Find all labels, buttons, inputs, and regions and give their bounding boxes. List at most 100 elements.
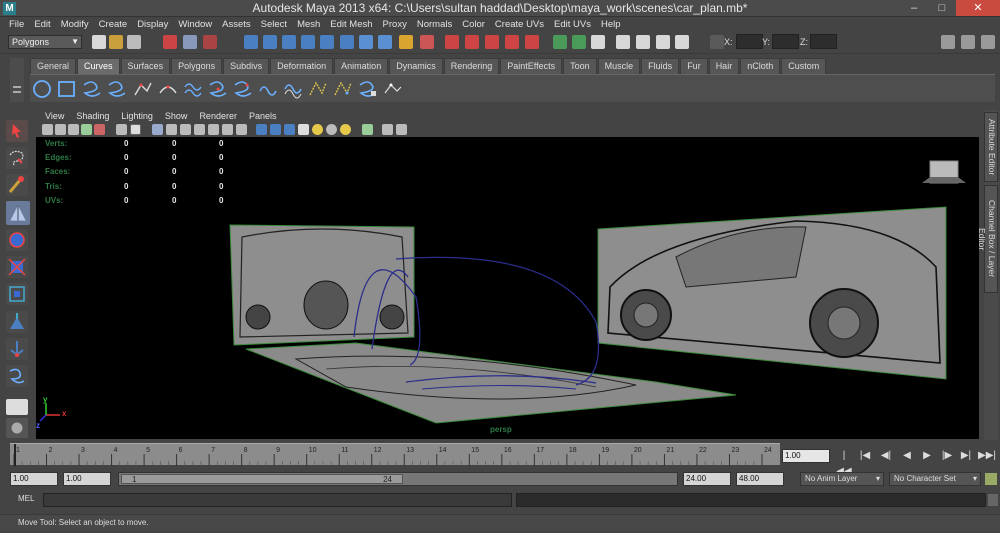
textured-icon[interactable] xyxy=(298,124,309,135)
shelf-tab-deformation[interactable]: Deformation xyxy=(270,58,334,74)
menu-mesh[interactable]: Mesh xyxy=(292,19,325,30)
bezier-curve-icon[interactable] xyxy=(383,79,403,99)
snap-point-icon[interactable] xyxy=(282,35,296,49)
shelf-tab-custom[interactable]: Custom xyxy=(781,58,827,74)
top-image-plane[interactable] xyxy=(245,342,737,424)
select-component-icon[interactable] xyxy=(203,35,217,49)
menu-display[interactable]: Display xyxy=(132,19,173,30)
menu-window[interactable]: Window xyxy=(173,19,217,30)
character-set-dropdown[interactable]: No Character Set ▾ xyxy=(889,472,981,486)
go-to-end-button[interactable]: ▶▶| xyxy=(978,448,996,464)
menu-normals[interactable]: Normals xyxy=(412,19,457,30)
use-all-lights-icon[interactable] xyxy=(312,124,323,135)
toggle-tool-settings-icon[interactable] xyxy=(961,35,975,49)
z-field[interactable] xyxy=(810,34,837,49)
soft-mod-icon[interactable] xyxy=(6,311,28,333)
channel-box-tab[interactable]: Channel Box / Layer Editor xyxy=(977,185,998,293)
wireframe-icon[interactable] xyxy=(236,124,247,135)
menu-edit-mesh[interactable]: Edit Mesh xyxy=(325,19,377,30)
range-slider[interactable]: 1 24 xyxy=(118,472,678,486)
shelf-tab-polygons[interactable]: Polygons xyxy=(171,58,223,74)
menu-color[interactable]: Color xyxy=(457,19,490,30)
render-settings-icon[interactable] xyxy=(485,35,499,49)
transform-input-icon[interactable] xyxy=(710,35,724,49)
select-hierarchy-icon[interactable] xyxy=(163,35,177,49)
snap-surface-icon[interactable] xyxy=(320,35,334,49)
lock-icon[interactable] xyxy=(399,35,413,49)
next-key-button[interactable]: |▶ xyxy=(939,448,955,464)
sequence-icon[interactable] xyxy=(553,35,567,49)
close-button[interactable]: ✕ xyxy=(956,0,1000,16)
help-query-icon[interactable] xyxy=(378,35,392,49)
x-field[interactable] xyxy=(736,34,763,49)
mel-label[interactable]: MEL xyxy=(18,494,34,503)
go-to-start-button[interactable]: |◀◀ xyxy=(836,448,852,477)
select-object-icon[interactable] xyxy=(183,35,197,49)
panel-menu-view[interactable]: View xyxy=(39,111,70,121)
playback-start-field[interactable]: 1.00 xyxy=(63,472,111,486)
history-icon[interactable] xyxy=(359,35,373,49)
snap-live-icon[interactable] xyxy=(340,35,354,49)
render-frame-icon[interactable] xyxy=(445,35,459,49)
menu-modify[interactable]: Modify xyxy=(56,19,94,30)
xray-icon[interactable] xyxy=(284,124,295,135)
pencil-curve-icon[interactable] xyxy=(133,79,153,99)
menu-file[interactable]: File xyxy=(4,19,29,30)
end-time-field[interactable]: 48.00 xyxy=(736,472,784,486)
camera-attributes-icon[interactable] xyxy=(55,124,66,135)
insert-knot-icon[interactable] xyxy=(233,79,253,99)
shelf-tab-general[interactable]: General xyxy=(30,58,77,74)
nurbs-square-icon[interactable] xyxy=(57,79,77,99)
menu-edit[interactable]: Edit xyxy=(29,19,55,30)
outliner-icon[interactable] xyxy=(591,35,605,49)
film-gate-icon[interactable] xyxy=(152,124,163,135)
scale-tool-icon[interactable] xyxy=(6,256,28,278)
shelf-tab-muscle[interactable]: Muscle xyxy=(597,58,641,74)
y-field[interactable] xyxy=(772,34,799,49)
menu-select[interactable]: Select xyxy=(256,19,292,30)
field-chart-icon[interactable] xyxy=(194,124,205,135)
mel-input[interactable] xyxy=(43,493,512,507)
ambient-occlusion-icon[interactable] xyxy=(340,124,351,135)
show-manipulator-icon[interactable] xyxy=(6,338,28,360)
shadows-icon[interactable] xyxy=(326,124,337,135)
current-frame-field[interactable]: 1.00 xyxy=(782,449,830,463)
range-slider-handle[interactable]: 1 24 xyxy=(121,474,403,484)
lasso-tool-icon[interactable] xyxy=(6,147,28,169)
isolate-select-icon[interactable] xyxy=(362,124,373,135)
bookmarks-icon[interactable] xyxy=(68,124,79,135)
menu-create-uvs[interactable]: Create UVs xyxy=(490,19,549,30)
shelf-tab-hair[interactable]: Hair xyxy=(708,58,740,74)
prev-key-button[interactable]: ◀| xyxy=(878,448,894,464)
hypershade-icon[interactable] xyxy=(505,35,519,49)
menu-assets[interactable]: Assets xyxy=(217,19,256,30)
attach-curves-icon[interactable] xyxy=(183,79,203,99)
shelf-tab-surfaces[interactable]: Surfaces xyxy=(120,58,171,74)
safe-action-icon[interactable] xyxy=(208,124,219,135)
toggle-channel-box-icon[interactable] xyxy=(981,35,995,49)
safe-title-icon[interactable] xyxy=(222,124,233,135)
shelf-tab-fur[interactable]: Fur xyxy=(680,58,708,74)
maximize-button[interactable]: □ xyxy=(928,0,956,16)
layout-persp-icon[interactable] xyxy=(656,35,670,49)
input-ops-icon[interactable] xyxy=(420,35,434,49)
playback-end-field[interactable]: 24.00 xyxy=(683,472,731,486)
snap-curve-icon[interactable] xyxy=(263,35,277,49)
paint-select-icon[interactable] xyxy=(6,174,28,196)
shelf-tab-dynamics[interactable]: Dynamics xyxy=(389,58,443,74)
time-slider[interactable]: 1 2 3 4 5 6 7 8 9 10 11 12 13 14 15 16 17 18 19 20 21 22 23 24 xyxy=(10,443,780,466)
step-back-button[interactable]: |◀ xyxy=(857,448,873,464)
snap-grid-icon[interactable] xyxy=(244,35,258,49)
auto-key-icon[interactable] xyxy=(985,473,997,485)
snap-plane-icon[interactable] xyxy=(301,35,315,49)
ep-curve-icon[interactable] xyxy=(107,79,127,99)
play-backwards-button[interactable]: ◀ xyxy=(899,448,915,464)
arc-tool-icon[interactable] xyxy=(158,79,178,99)
anim-layer-dropdown[interactable]: No Anim Layer ▾ xyxy=(800,472,884,486)
shelf-tab-subdivs[interactable]: Subdivs xyxy=(223,58,270,74)
toggle-attribute-editor-icon[interactable] xyxy=(941,35,955,49)
detach-curves-icon[interactable] xyxy=(208,79,228,99)
grease-pencil-icon[interactable] xyxy=(116,124,127,135)
offset-curve-icon[interactable] xyxy=(283,79,303,99)
shelf-tab-painteffects[interactable]: PaintEffects xyxy=(500,58,563,74)
